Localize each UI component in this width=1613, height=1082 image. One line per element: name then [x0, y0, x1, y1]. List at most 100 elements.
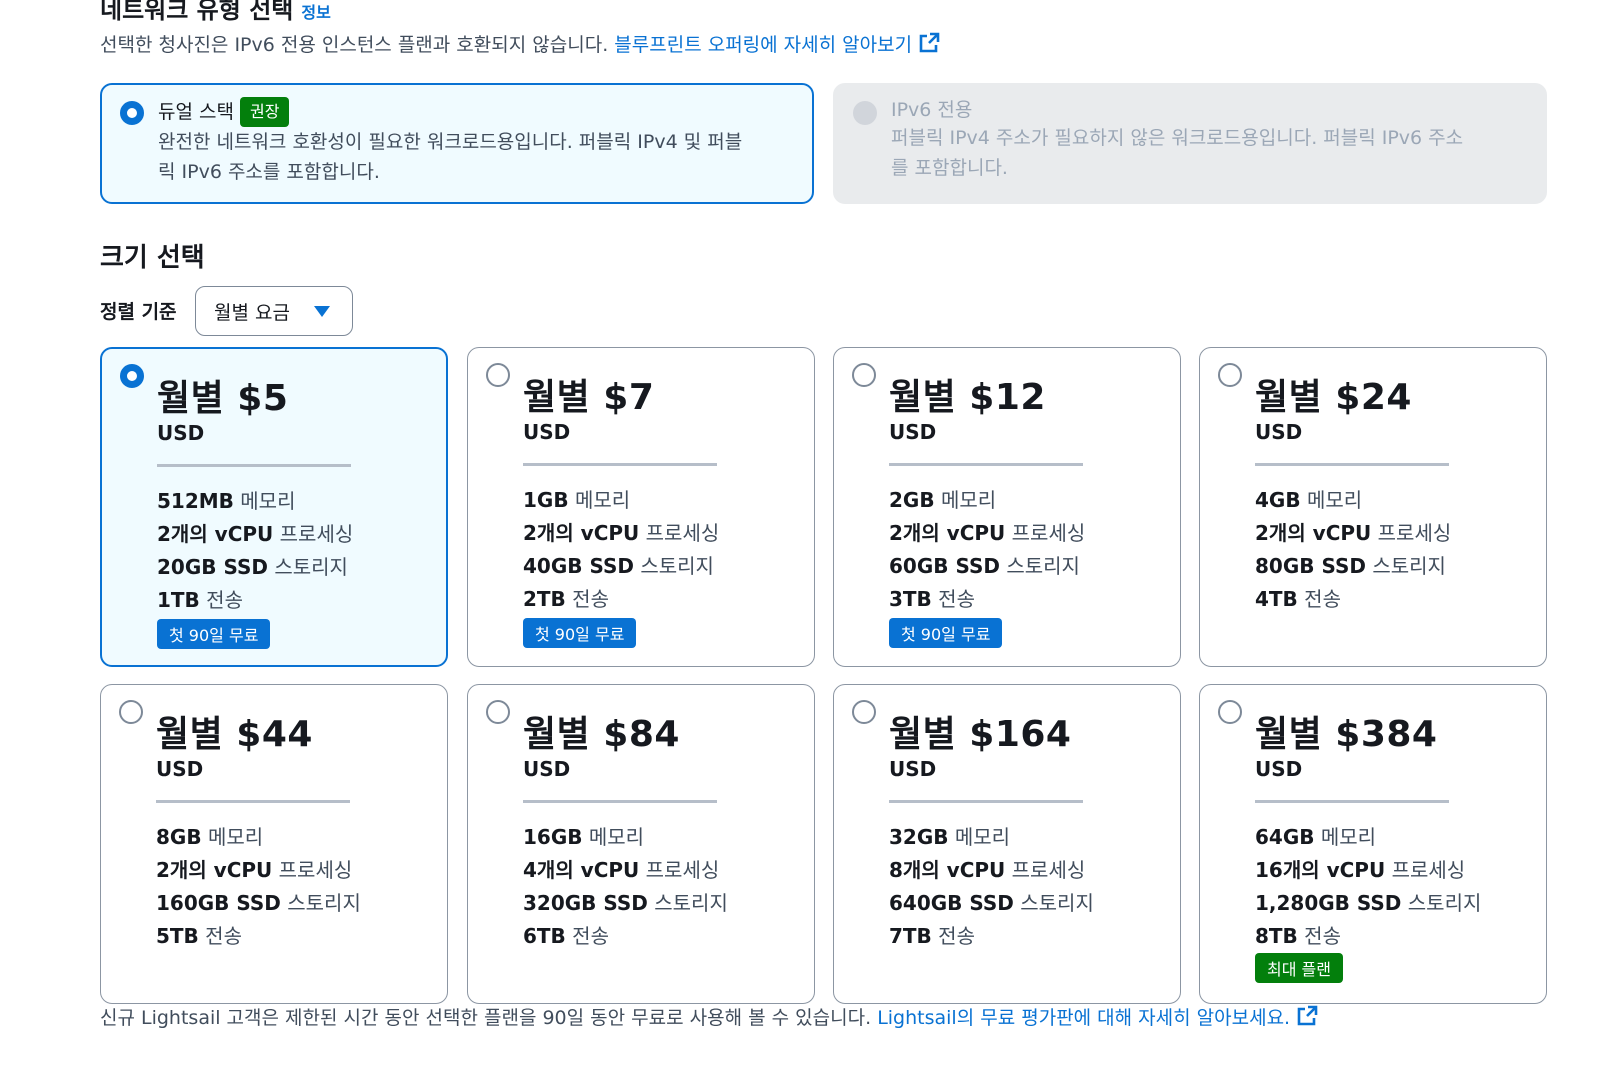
spec-storage: 320GB SSD 스토리지 — [523, 891, 728, 915]
spec-transfer: 4TB 전송 — [1255, 587, 1341, 611]
spec-vcpu: 4개의 vCPU 프로세싱 — [523, 858, 720, 882]
plan-price: 월별 $384 — [1255, 714, 1438, 755]
plan-price: 월별 $24 — [1255, 377, 1412, 418]
spec-storage: 640GB SSD 스토리지 — [889, 891, 1094, 915]
plan-specs: 512MB 메모리 2개의 vCPU 프로세싱 20GB SSD 스토리지 1T… — [157, 485, 353, 617]
plan-card[interactable]: 월별 $384 USD 64GB 메모리 16개의 vCPU 프로세싱 1,28… — [1199, 684, 1547, 1004]
spec-vcpu: 2개의 vCPU 프로세싱 — [1255, 521, 1452, 545]
network-description-text: 선택한 청사진은 IPv6 전용 인스턴스 플랜과 호환되지 않습니다. — [100, 34, 609, 56]
network-type-heading: 네트워크 유형 선택 — [100, 0, 294, 24]
divider — [523, 463, 717, 466]
sort-select[interactable]: 월별 요금 — [195, 286, 353, 336]
free-90-days-badge: 첫 90일 무료 — [157, 619, 271, 649]
spec-memory: 64GB 메모리 — [1255, 825, 1377, 849]
divider — [157, 464, 351, 467]
plan-specs: 32GB 메모리 8개의 vCPU 프로세싱 640GB SSD 스토리지 7T… — [889, 821, 1094, 953]
spec-memory: 8GB 메모리 — [156, 825, 264, 849]
plan-price: 월별 $12 — [889, 377, 1046, 418]
plan-currency: USD — [889, 757, 937, 781]
plan-currency: USD — [1255, 420, 1303, 444]
option-title: 듀얼 스택 권장 — [158, 97, 792, 127]
option-description: 퍼블릭 IPv4 주소가 필요하지 않은 워크로드용입니다. 퍼블릭 IPv6 … — [891, 127, 1464, 149]
plan-radio[interactable] — [852, 363, 876, 387]
footer-note: 신규 Lightsail 고객은 제한된 시간 동안 선택한 플랜을 90일 동… — [100, 1003, 1318, 1030]
spec-vcpu: 8개의 vCPU 프로세싱 — [889, 858, 1086, 882]
spec-vcpu: 2개의 vCPU 프로세싱 — [523, 521, 720, 545]
sort-value: 월별 요금 — [214, 302, 290, 324]
network-option-dual-stack[interactable]: 듀얼 스택 권장 완전한 네트워크 호환성이 필요한 워크로드용입니다. 퍼블릭 … — [100, 83, 814, 204]
caret-down-icon — [314, 306, 330, 317]
max-plan-badge: 최대 플랜 — [1255, 953, 1343, 983]
free-trial-learn-more-link[interactable]: Lightsail의 무료 평가판에 대해 자세히 알아보세요. — [877, 1005, 1318, 1029]
plan-card[interactable]: 월별 $7 USD 1GB 메모리 2개의 vCPU 프로세싱 40GB SSD… — [467, 347, 815, 667]
plan-radio[interactable] — [120, 364, 144, 388]
plan-price: 월별 $164 — [889, 714, 1072, 755]
plan-specs: 2GB 메모리 2개의 vCPU 프로세싱 60GB SSD 스토리지 3TB … — [889, 484, 1085, 616]
spec-storage: 20GB SSD 스토리지 — [157, 555, 348, 579]
dual-stack-label: 듀얼 스택 — [158, 101, 234, 123]
info-link[interactable]: 정보 — [301, 3, 330, 22]
plan-card[interactable]: 월별 $12 USD 2GB 메모리 2개의 vCPU 프로세싱 60GB SS… — [833, 347, 1181, 667]
ipv6-only-label: IPv6 전용 — [891, 99, 973, 121]
option-description-cont: 릭 IPv6 주소를 포함합니다. — [158, 161, 380, 183]
recommended-badge: 권장 — [239, 97, 290, 127]
spec-vcpu: 16개의 vCPU 프로세싱 — [1255, 858, 1466, 882]
spec-storage: 80GB SSD 스토리지 — [1255, 554, 1446, 578]
option-description: 완전한 네트워크 호환성이 필요한 워크로드용입니다. 퍼블릭 IPv4 및 퍼… — [158, 131, 743, 153]
spec-memory: 4GB 메모리 — [1255, 488, 1363, 512]
size-title: 크기 선택 — [100, 243, 205, 273]
plan-radio[interactable] — [852, 700, 876, 724]
plan-price: 월별 $5 — [157, 378, 289, 419]
free-90-days-badge: 첫 90일 무료 — [523, 618, 637, 648]
plan-radio[interactable] — [486, 700, 510, 724]
divider — [1255, 463, 1449, 466]
plan-specs: 1GB 메모리 2개의 vCPU 프로세싱 40GB SSD 스토리지 2TB … — [523, 484, 719, 616]
spec-storage: 60GB SSD 스토리지 — [889, 554, 1080, 578]
spec-memory: 32GB 메모리 — [889, 825, 1011, 849]
plan-specs: 4GB 메모리 2개의 vCPU 프로세싱 80GB SSD 스토리지 4TB … — [1255, 484, 1451, 616]
spec-storage: 1,280GB SSD 스토리지 — [1255, 891, 1482, 915]
plan-card[interactable]: 월별 $44 USD 8GB 메모리 2개의 vCPU 프로세싱 160GB S… — [100, 684, 448, 1004]
divider — [1255, 800, 1449, 803]
divider — [889, 800, 1083, 803]
plan-specs: 64GB 메모리 16개의 vCPU 프로세싱 1,280GB SSD 스토리지… — [1255, 821, 1481, 953]
spec-transfer: 8TB 전송 — [1255, 924, 1341, 948]
network-type-title: 네트워크 유형 선택 정보 — [100, 0, 331, 25]
spec-transfer: 3TB 전송 — [889, 587, 975, 611]
plan-radio[interactable] — [486, 363, 510, 387]
free-90-days-badge: 첫 90일 무료 — [889, 618, 1003, 648]
radio-dual-stack[interactable] — [120, 101, 144, 125]
plan-price: 월별 $44 — [156, 714, 313, 755]
plan-currency: USD — [889, 420, 937, 444]
plan-card[interactable]: 월별 $164 USD 32GB 메모리 8개의 vCPU 프로세싱 640GB… — [833, 684, 1181, 1004]
divider — [156, 800, 350, 803]
spec-memory: 1GB 메모리 — [523, 488, 631, 512]
radio-ipv6-only — [853, 101, 877, 125]
plan-radio[interactable] — [1218, 363, 1242, 387]
plan-card[interactable]: 월별 $84 USD 16GB 메모리 4개의 vCPU 프로세싱 320GB … — [467, 684, 815, 1004]
blueprint-learn-more-link[interactable]: 블루프린트 오퍼링에 자세히 알아보기 — [614, 32, 940, 56]
plan-card[interactable]: 월별 $5 USD 512MB 메모리 2개의 vCPU 프로세싱 20GB S… — [100, 347, 448, 667]
plan-currency: USD — [523, 757, 571, 781]
divider — [523, 800, 717, 803]
spec-storage: 160GB SSD 스토리지 — [156, 891, 361, 915]
spec-transfer: 5TB 전송 — [156, 924, 242, 948]
plan-radio[interactable] — [1218, 700, 1242, 724]
plan-radio[interactable] — [119, 700, 143, 724]
spec-storage: 40GB SSD 스토리지 — [523, 554, 714, 578]
spec-transfer: 1TB 전송 — [157, 588, 243, 612]
spec-vcpu: 2개의 vCPU 프로세싱 — [157, 522, 354, 546]
spec-memory: 2GB 메모리 — [889, 488, 997, 512]
network-option-ipv6-only: IPv6 전용 퍼블릭 IPv4 주소가 필요하지 않은 워크로드용입니다. 퍼… — [833, 83, 1547, 204]
network-description: 선택한 청사진은 IPv6 전용 인스턴스 플랜과 호환되지 않습니다. 블루프… — [100, 30, 940, 57]
plan-currency: USD — [1255, 757, 1303, 781]
external-link-icon — [919, 32, 940, 53]
plan-specs: 16GB 메모리 4개의 vCPU 프로세싱 320GB SSD 스토리지 6T… — [523, 821, 728, 953]
spec-vcpu: 2개의 vCPU 프로세싱 — [889, 521, 1086, 545]
external-link-icon — [1297, 1005, 1318, 1026]
spec-memory: 512MB 메모리 — [157, 489, 296, 513]
sort-label: 정렬 기준 — [100, 301, 177, 323]
footer-text: 신규 Lightsail 고객은 제한된 시간 동안 선택한 플랜을 90일 동… — [100, 1007, 872, 1029]
plan-currency: USD — [157, 421, 205, 445]
plan-card[interactable]: 월별 $24 USD 4GB 메모리 2개의 vCPU 프로세싱 80GB SS… — [1199, 347, 1547, 667]
